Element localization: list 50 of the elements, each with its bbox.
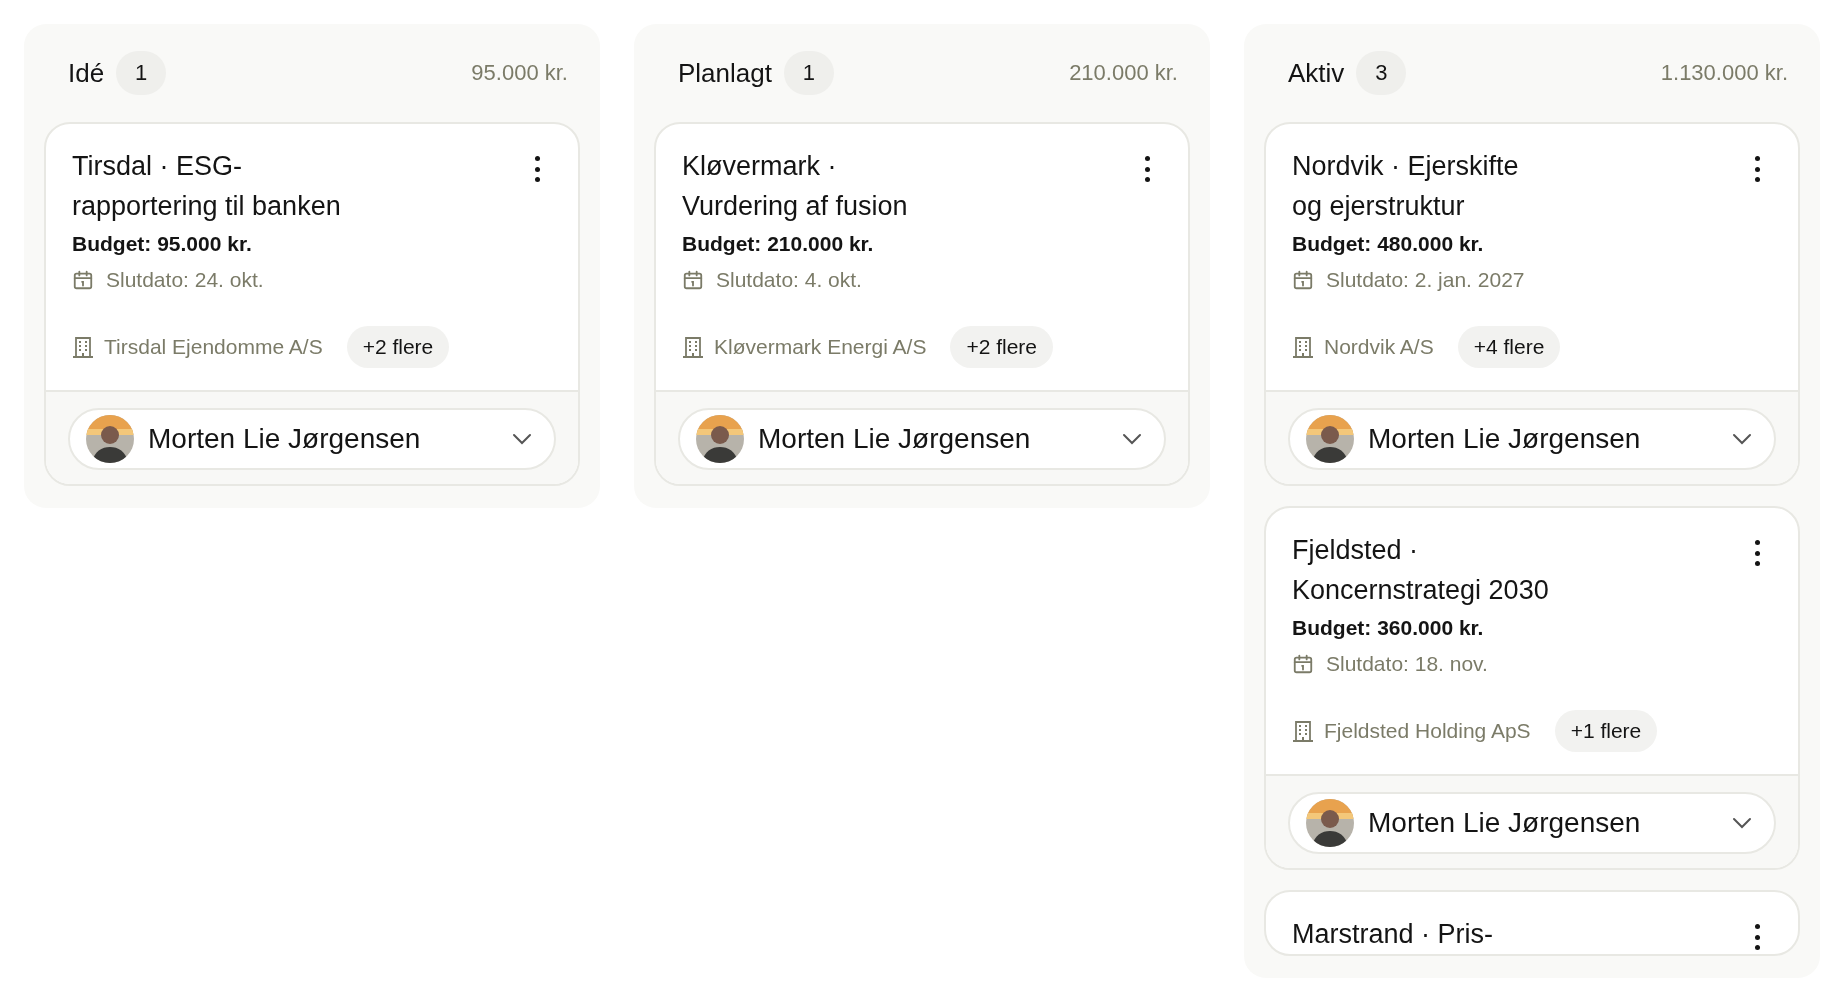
owner-dropdown[interactable]: Morten Lie Jørgensen	[1288, 408, 1776, 470]
calendar-icon	[1292, 269, 1314, 291]
avatar	[1306, 415, 1354, 463]
end-date-text: Slutdato: 4. okt.	[716, 268, 862, 292]
company-name: Fjeldsted Holding ApS	[1324, 719, 1531, 743]
budget-text: Budget: 210.000 kr.	[682, 232, 875, 256]
card-count: 3	[1356, 51, 1407, 95]
company-name: Kløvermark Energi A/S	[714, 335, 927, 359]
card-count: 1	[783, 51, 834, 95]
end-date-text: Slutdato: 18. nov.	[1326, 652, 1488, 676]
card-title: Fjeldsted · Koncernstrategi 2030	[1292, 534, 1550, 607]
owner-dropdown[interactable]: Morten Lie Jørgensen	[678, 408, 1166, 470]
avatar	[696, 415, 744, 463]
budget-text: Budget: 95.000 kr.	[72, 232, 253, 256]
column-title: Aktiv	[1288, 57, 1345, 89]
avatar	[1306, 799, 1354, 847]
owner-dropdown[interactable]: Morten Lie Jørgensen	[68, 408, 556, 470]
calendar-icon	[72, 269, 94, 291]
building-icon	[1292, 335, 1314, 359]
building-icon	[682, 335, 704, 359]
card-title: Kløvermark · Vurdering af fusion	[682, 150, 909, 223]
building-icon	[1292, 719, 1314, 743]
owner-dropdown[interactable]: Morten Lie Jørgensen	[1288, 792, 1776, 854]
more-companies-chip[interactable]: +1 flere	[1554, 710, 1658, 752]
calendar-icon	[1292, 653, 1314, 675]
end-date-text: Slutdato: 24. okt.	[106, 268, 264, 292]
column-total: 1.130.000 kr.	[1660, 60, 1788, 86]
building-icon	[72, 335, 94, 359]
company-name: Tirsdal Ejendomme A/S	[104, 335, 323, 359]
company-name: Nordvik A/S	[1324, 335, 1434, 359]
end-date-text: Slutdato: 2. jan. 2027	[1326, 268, 1525, 292]
card-count: 1	[116, 51, 167, 95]
column-total: 95.000 kr.	[471, 60, 568, 86]
chevron-down-icon	[1122, 433, 1142, 445]
budget-text: Budget: 480.000 kr.	[1292, 232, 1485, 256]
calendar-icon	[682, 269, 704, 291]
avatar	[86, 415, 134, 463]
column-total: 210.000 kr.	[1069, 60, 1178, 86]
chevron-down-icon	[1732, 433, 1752, 445]
card-title: Marstrand · Pris-	[1292, 918, 1495, 951]
budget-text: Budget: 360.000 kr.	[1292, 616, 1485, 640]
chevron-down-icon	[1732, 817, 1752, 829]
column-title: Planlagt	[678, 57, 772, 89]
chevron-down-icon	[512, 433, 532, 445]
more-companies-chip[interactable]: +4 flere	[1457, 326, 1561, 368]
more-companies-chip[interactable]: +2 flere	[346, 326, 450, 368]
card-title: Nordvik · Ejerskifte og ejerstruktur	[1292, 150, 1520, 223]
card-title: Tirsdal · ESG-rapportering til banken	[72, 150, 342, 223]
more-companies-chip[interactable]: +2 flere	[950, 326, 1054, 368]
column-title: Idé	[68, 57, 105, 89]
